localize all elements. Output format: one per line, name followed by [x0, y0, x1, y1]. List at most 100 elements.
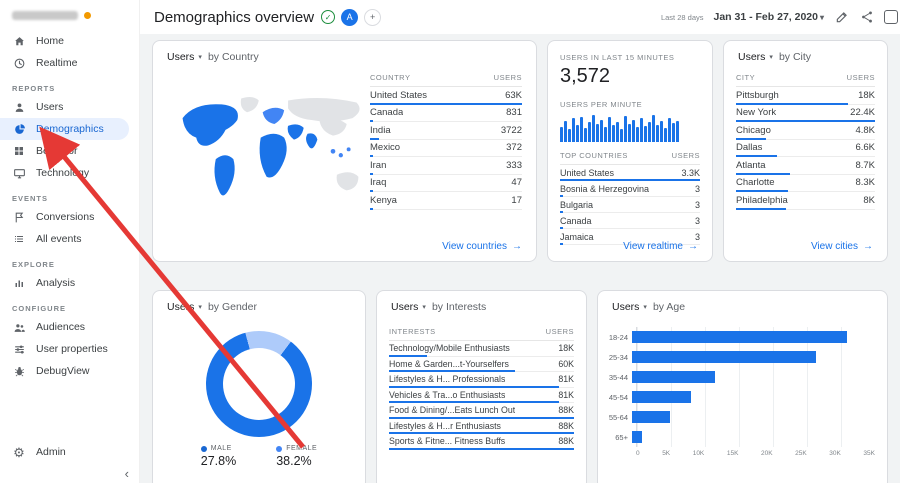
- country-name: India: [370, 124, 391, 136]
- sidebar-item-label: DebugView: [36, 365, 90, 377]
- table-row: Bulgaria 3: [560, 197, 700, 213]
- sidebar-section-events: EVENTS: [12, 194, 49, 203]
- insights-icon[interactable]: [884, 10, 898, 24]
- age-bar-row: 35-44: [598, 367, 887, 387]
- sidebar-item-realtime[interactable]: Realtime: [0, 52, 139, 74]
- column-header: USERS: [545, 327, 574, 336]
- city-table: CITY USERS Pittsburgh 18K New York 22.4K: [736, 73, 875, 210]
- card-title: Users ▾ by Gender: [153, 291, 365, 315]
- metric-dropdown[interactable]: Users: [612, 301, 639, 313]
- table-row: Technology/Mobile Enthusiasts 18K: [389, 341, 574, 357]
- sidebar-item-demographics[interactable]: Demographics: [0, 118, 129, 140]
- sidebar-item-behavior[interactable]: Behavior: [0, 140, 139, 162]
- edit-report-icon[interactable]: [834, 10, 849, 25]
- female-label: FEMALE: [286, 445, 318, 452]
- country-name: Mexico: [370, 142, 401, 154]
- metric-dropdown[interactable]: Users: [167, 51, 194, 63]
- country-users: 3722: [500, 124, 522, 136]
- sidebar-item-home[interactable]: Home: [0, 30, 139, 52]
- share-icon[interactable]: [859, 10, 874, 25]
- chevron-down-icon: ▾: [198, 54, 202, 61]
- axis-tick-label: 20K: [760, 450, 773, 457]
- add-comparison-button[interactable]: +: [364, 8, 382, 26]
- age-bar: [632, 431, 643, 443]
- sidebar-collapse-button[interactable]: ‹: [125, 466, 129, 481]
- home-icon: [12, 34, 26, 48]
- age-bar: [632, 371, 716, 383]
- age-bucket-label: 45-54: [608, 392, 628, 402]
- age-bar-track: [632, 391, 875, 403]
- map-south-america: [214, 155, 235, 196]
- page-title: Demographics overview: [154, 8, 315, 26]
- city-users: 8.7K: [855, 159, 875, 171]
- users-per-minute-sparkline: [560, 114, 700, 142]
- sidebar-item-audiences[interactable]: Audiences: [0, 316, 139, 338]
- table-row: Kenya 17: [370, 192, 522, 210]
- city-name: New York: [736, 107, 777, 119]
- age-bucket-label: 18-24: [608, 332, 628, 342]
- interest-users: 88K: [558, 436, 574, 447]
- country-name: Bulgaria: [560, 199, 594, 210]
- list-icon: [12, 232, 26, 246]
- city-users: 8.3K: [855, 177, 875, 189]
- sidebar-item-all-events[interactable]: All events: [0, 228, 139, 250]
- sidebar-item-debugview[interactable]: DebugView: [0, 360, 139, 382]
- metric-dropdown[interactable]: Users: [738, 51, 765, 63]
- sidebar-item-users[interactable]: Users: [0, 96, 139, 118]
- sliders-icon: [12, 342, 26, 356]
- map-north-america: [182, 104, 238, 146]
- metric-dropdown[interactable]: Users: [391, 301, 418, 313]
- city-name: Pittsburgh: [736, 89, 779, 101]
- sidebar-admin: ⚙ Admin: [0, 441, 139, 463]
- sidebar-item-technology[interactable]: Technology: [0, 162, 139, 184]
- country-users: 47: [511, 177, 522, 189]
- view-realtime-link[interactable]: View realtime →: [623, 241, 698, 252]
- sidebar-item-label: Demographics: [36, 123, 104, 135]
- dimension-label: by City: [778, 51, 812, 63]
- map-africa: [259, 133, 287, 178]
- bar-chart-icon: [12, 276, 26, 290]
- interest-name: Sports & Fitne... Fitness Buffs: [389, 436, 506, 447]
- age-bar-track: [632, 331, 875, 343]
- card-title: Users ▾ by Country: [153, 41, 536, 65]
- table-row: Chicago 4.8K: [736, 122, 875, 140]
- sidebar-item-label: User properties: [36, 343, 108, 355]
- axis-tick-label: 0: [636, 450, 640, 457]
- gender-donut-chart: [206, 331, 312, 437]
- bug-icon: [12, 364, 26, 378]
- date-range-picker[interactable]: Jan 31 - Feb 27, 2020 ▾: [714, 11, 825, 23]
- pie-chart-icon: [12, 122, 26, 136]
- sidebar-item-admin[interactable]: ⚙ Admin: [0, 441, 139, 463]
- column-header: TOP COUNTRIES: [560, 151, 628, 160]
- dimension-label: by Age: [652, 301, 686, 313]
- table-row: Food & Dining/...Eats Lunch Out 88K: [389, 403, 574, 419]
- map-europe: [262, 107, 285, 124]
- sidebar-item-analysis[interactable]: Analysis: [0, 272, 139, 294]
- view-cities-link[interactable]: View cities →: [811, 241, 873, 252]
- table-header: COUNTRY USERS: [370, 73, 522, 87]
- age-bar-track: [632, 351, 875, 363]
- view-countries-link[interactable]: View countries →: [442, 241, 522, 252]
- card-users-by-interests: Users ▾ by Interests INTERESTS USERS Tec…: [376, 290, 587, 483]
- map-australia: [336, 172, 359, 191]
- interest-users: 81K: [558, 374, 574, 385]
- map-island: [338, 153, 343, 158]
- table-row: United States 63K: [370, 87, 522, 105]
- country-users: 3: [694, 215, 700, 226]
- country-users: 333: [506, 159, 522, 171]
- sidebar-item-conversions[interactable]: Conversions: [0, 206, 139, 228]
- city-users: 4.8K: [855, 124, 875, 136]
- female-legend-dot: [276, 445, 283, 452]
- table-header: CITY USERS: [736, 73, 875, 87]
- people-icon: [12, 320, 26, 334]
- table-row: Lifestyles & H...r Enthusiasts 88K: [389, 419, 574, 434]
- map-russia: [288, 98, 360, 122]
- table-row: Sports & Fitne... Fitness Buffs 88K: [389, 434, 574, 450]
- segment-chip-all-users[interactable]: A: [341, 8, 359, 26]
- account-switcher[interactable]: [0, 0, 139, 30]
- sidebar-item-user-properties[interactable]: User properties: [0, 338, 139, 360]
- interest-name: Vehicles & Tra...o Enthusiasts: [389, 389, 506, 400]
- flag-icon: [12, 210, 26, 224]
- metric-dropdown[interactable]: Users: [167, 301, 194, 313]
- age-bar: [632, 411, 671, 423]
